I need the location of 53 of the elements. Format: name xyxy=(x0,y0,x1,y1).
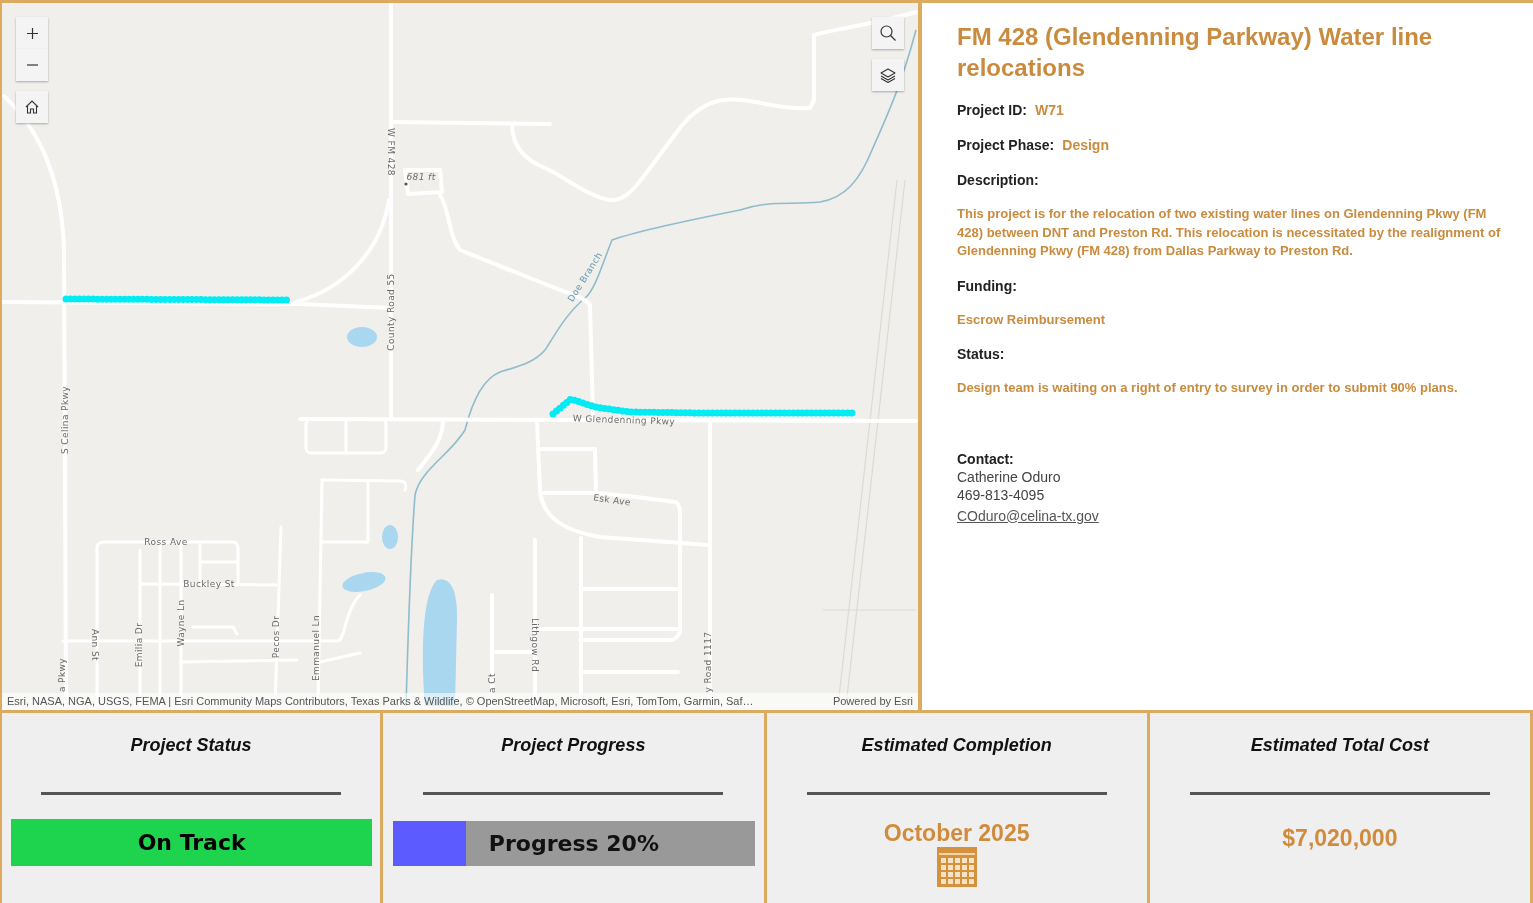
street-label: S Celina Pkwy xyxy=(60,386,70,454)
field-label: Project ID: xyxy=(957,101,1027,120)
layers-button[interactable] xyxy=(872,59,904,91)
total-cost: $7,020,000 xyxy=(1282,825,1398,851)
search-button[interactable] xyxy=(872,17,904,49)
street-label: y Road 1117 xyxy=(703,631,713,693)
street-label: Wayne Ln xyxy=(176,599,186,647)
field-label: Status: xyxy=(957,345,1006,364)
project-title: FM 428 (Glendenning Parkway) Water line relocations xyxy=(957,22,1434,83)
zoom-out-button[interactable] xyxy=(16,49,48,81)
street-label: Ross Ave xyxy=(144,537,188,547)
contact-phone: 469-813-4095 xyxy=(957,485,1046,504)
card-title: Estimated Total Cost xyxy=(1250,734,1430,756)
home-button[interactable] xyxy=(16,91,48,123)
email-link[interactable]: COduro@celina-tx.gov xyxy=(957,507,1099,524)
street-label: Emilia Dr xyxy=(134,622,144,668)
attribution-text: Esri, NASA, NGA, USGS, FEMA | Esri Community Maps Contributors, Texas Parks & Wildlife, © OpenStreetMap, Microsoft, Esri, TomTom, Garmin, Saf… xyxy=(7,694,754,710)
plus-icon xyxy=(26,27,38,39)
field-value: W71 xyxy=(1035,101,1064,120)
street-label: Lithgow Rd xyxy=(530,617,540,673)
card-title: Estimated Completion xyxy=(861,734,1052,756)
minus-icon xyxy=(26,64,38,66)
field-value: Design xyxy=(1062,136,1109,155)
field-label: Funding: xyxy=(957,276,1018,296)
street-label: 681 ft xyxy=(406,172,436,182)
calendar-icon xyxy=(936,847,977,887)
home-icon xyxy=(25,100,39,114)
card-title: Project Progress xyxy=(501,734,646,756)
street-label: County Road 55 xyxy=(386,273,396,351)
contact-name: Catherine Oduro xyxy=(957,467,1062,486)
street-label: Pecos Dr xyxy=(271,615,281,659)
street-label: a Pkwy xyxy=(57,657,67,693)
progress-label: Progress 20% xyxy=(488,830,659,858)
completion-date: October 2025 xyxy=(883,820,1030,846)
search-icon xyxy=(880,25,896,41)
card-title: Project Status xyxy=(130,734,252,756)
street-label: a Ct xyxy=(487,673,497,693)
dot-icon xyxy=(404,182,408,186)
street-label: W FM 428 xyxy=(386,128,396,176)
layers-icon xyxy=(880,67,896,83)
status-label: On Track xyxy=(11,819,373,866)
street-label: Esk Ave xyxy=(592,492,632,508)
field-value: Escrow Reimbursement xyxy=(957,310,1107,329)
powered-by-text: Powered by Esri xyxy=(832,694,913,710)
street-label: W Glendenning Pkwy xyxy=(572,413,676,427)
field-label: Project Phase: xyxy=(957,136,1055,155)
street-label: Buckley St xyxy=(183,579,235,589)
field-value: This project is for the relocation of two existing water lines on Glendenning Pkwy (FM 428) between DNT and Preston Rd. This relocation is necessitated by the realignment of Glendenning Pkwy (FM 428) from Dallas Parkway to Preston Rd. xyxy=(957,205,1502,260)
street-label: Emmanuel Ln xyxy=(311,614,321,682)
contact-label: Contact: xyxy=(957,449,1015,468)
street-label: Ann St xyxy=(90,628,100,662)
field-label: Description: xyxy=(957,171,1040,190)
field-value: Design team is waiting on a right of entry to survey in order to submit 90% plans. xyxy=(957,379,1459,397)
